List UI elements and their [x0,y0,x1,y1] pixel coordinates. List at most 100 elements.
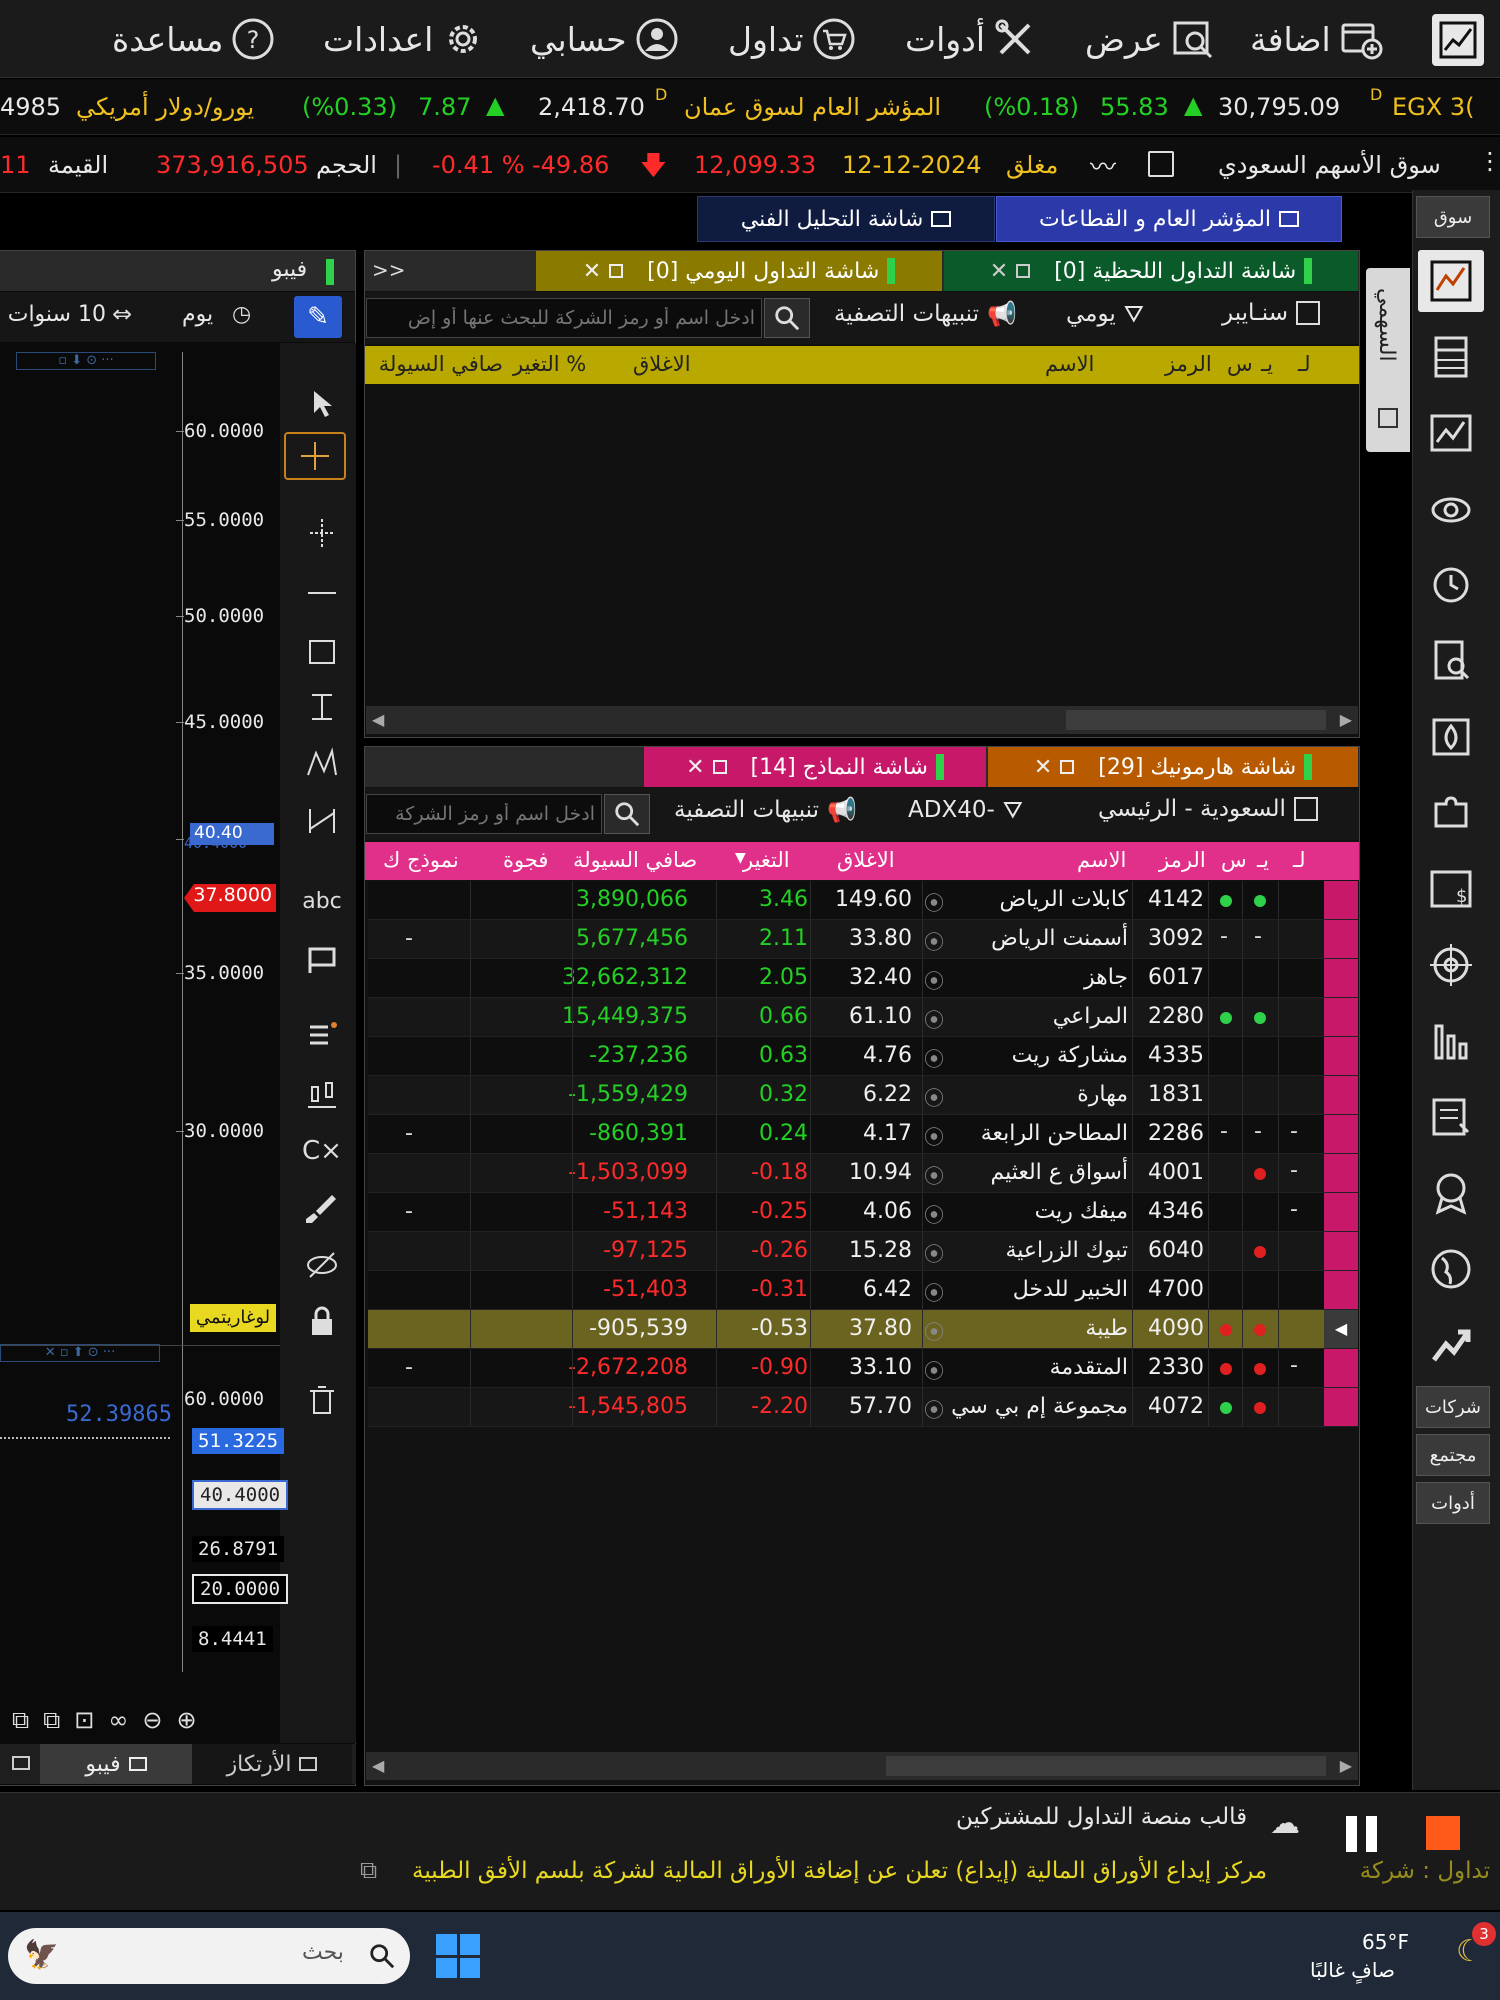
lock-tool[interactable] [284,1296,360,1346]
flag-tool[interactable] [284,934,360,984]
table-row[interactable]: 2280 ⦿ المراعي 61.10 0.66 15,449,375 [368,998,1358,1037]
chart-period[interactable]: يوم [182,302,213,327]
col-name[interactable]: الاسم [1045,352,1094,376]
trendline-tool[interactable] [284,796,360,846]
location-pin-icon[interactable]: ⦿ [924,1277,944,1306]
row-marker[interactable] [1324,1037,1358,1075]
vertical-line-tool[interactable] [284,508,360,558]
row-marker[interactable] [1324,1115,1358,1153]
market-name[interactable]: سوق الأسهم السعودي [1218,151,1441,179]
col-model[interactable]: نموذج ك [383,848,459,872]
table-row[interactable]: - 4346 ⦿ ميفك ريت 4.06 0.25- 51,143- - [368,1193,1358,1232]
col-close[interactable]: الاغلاق [837,848,895,872]
drag-handle-icon[interactable]: ⋮ [1478,147,1500,175]
tab-technical-analysis[interactable]: شاشة التحليل الفني [697,196,995,242]
hide-tool[interactable] [284,1240,360,1290]
menu-help[interactable]: ? مساعدة [112,14,275,64]
scroll-right-arrow[interactable]: ▶ [1340,1756,1352,1775]
daily-filter-button[interactable]: ⛛ يومي [1066,300,1144,328]
pause-button[interactable] [1342,1814,1382,1854]
tab-harmonic[interactable]: شاشة هارمونيك [29] ✕ [988,747,1358,787]
external-link-icon[interactable]: ⧉ [360,1856,377,1884]
table-row[interactable]: 4700 ⦿ الخبير للدخل 6.42 0.31- 51,403- [368,1271,1358,1310]
weather-widget[interactable]: 65°F صافٍ غالبًا ☾ 3 [1310,1922,1500,1990]
location-pin-icon[interactable]: ⦿ [924,1199,944,1228]
row-marker[interactable] [1324,881,1358,919]
target-icon[interactable] [1418,934,1484,996]
row-marker[interactable]: ◀ [1324,1310,1358,1348]
location-pin-icon[interactable]: ⦿ [924,1238,944,1267]
table-row[interactable]: 4142 ⦿ كابلات الرياض 149.60 3.46 3,890,066 [368,881,1358,920]
line-chart-icon[interactable] [1418,402,1484,464]
tab-pivot[interactable]: الأرتكاز [192,1744,352,1784]
row-marker[interactable] [1324,920,1358,958]
table-row[interactable]: 4335 ⦿ مشاركة ريت 4.76 0.63 237,236- [368,1037,1358,1076]
watchlist-side-tab[interactable]: السهمي [1366,268,1410,452]
col-y[interactable]: يـ [1261,352,1273,376]
zoom-out-icon[interactable]: ⊖ [142,1706,162,1734]
col-liquidity[interactable]: صافي السيولة [365,352,503,376]
award-icon[interactable] [1418,1162,1484,1224]
tab-live-trading[interactable]: شاشة التداول اللحظية [0] ✕ [944,251,1358,291]
row-marker[interactable] [1324,998,1358,1036]
menu-settings[interactable]: اعدادات [323,14,485,64]
zoom-in-icon[interactable]: ⊕ [177,1706,197,1734]
lower-search-input[interactable] [366,794,602,834]
chart-image-icon[interactable]: ⧉ [43,1706,60,1734]
col-s[interactable]: س [1227,352,1253,376]
row-marker[interactable] [1324,1076,1358,1114]
news-ticker-text[interactable]: مركز إيداع الأوراق المالية (إيداع) تعلن … [412,1858,1267,1884]
location-pin-icon[interactable]: ⦿ [924,1316,944,1345]
template-text[interactable]: قالب منصة التداول للمشتركين [956,1804,1247,1830]
pane-controls-top[interactable]: ▫ ⬇ ⊙ ··· [16,352,156,370]
menu-trade[interactable]: تداول [728,14,856,64]
lower-h-scrollbar[interactable]: ◀ ▶ [366,1752,1358,1780]
lower-filter-alerts-button[interactable]: 📢 تنبيهات التصفية [674,796,857,824]
ticker-egx-name[interactable]: EGX 3( [1392,93,1474,121]
text-label-tool[interactable]: abc [284,876,360,926]
brush-tool[interactable] [284,1184,360,1234]
ticker-msx-name[interactable]: المؤشر العام لسوق عمان [684,93,941,121]
scanner-button[interactable]: سنـايبر [1222,300,1320,326]
history-icon[interactable] [1418,554,1484,616]
stop-button[interactable] [1426,1816,1460,1850]
calendar-icon[interactable] [1148,151,1174,177]
col-liquidity[interactable]: صافي السيولة [573,848,697,872]
chart-app-icon[interactable] [1432,14,1484,66]
location-pin-icon[interactable]: ⦿ [924,1121,944,1150]
pane-controls-bottom[interactable]: ✕ ▫ ⬆ ⊙ ··· [0,1344,160,1362]
col-change[interactable]: التغير [743,848,790,872]
search-button[interactable] [764,298,810,338]
scroll-thumb[interactable] [1066,710,1326,730]
crosshair-tool[interactable] [284,432,346,480]
upper-h-scrollbar[interactable]: ◀ ▶ [366,706,1358,734]
col-symbol[interactable]: الرمز [1159,848,1206,872]
more-tabs-button[interactable]: >> [372,258,406,282]
maximize-icon[interactable] [609,264,624,278]
sidebar-community-button[interactable]: مجتمع [1416,1434,1490,1476]
trend-up-icon[interactable] [1418,1314,1484,1376]
money-chart-icon[interactable]: $ [1418,858,1484,920]
location-pin-icon[interactable]: ⦿ [924,965,944,994]
close-icon[interactable]: ✕ [990,259,1008,284]
horizontal-line-tool[interactable] [284,568,360,618]
ticker-fx-name[interactable]: يورو/دولار أمريكي [76,93,254,121]
zoom-fit-icon[interactable]: ⊡ [74,1706,94,1734]
puzzle-icon[interactable] [1418,782,1484,844]
document-search-icon[interactable] [1418,630,1484,692]
location-pin-icon[interactable]: ⦿ [924,1004,944,1033]
chart-settings-icon[interactable]: ⧉ [12,1706,29,1734]
table-row[interactable]: - 2330 ⦿ المتقدمة 33.10 0.90- 2,672,208- - [368,1349,1358,1388]
table-row[interactable]: - -3092 ⦿ أسمنت الرياض 33.80 2.11 5,677,456- [368,920,1358,959]
hot-stock-icon[interactable] [1418,706,1484,768]
table-row[interactable]: 4072 ⦿ مجموعة إم بي سي 57.70 2.20- 1,545,805- [368,1388,1358,1427]
cursor-tool[interactable] [284,378,360,428]
table-row[interactable]: 6017 ⦿ جاهز 32.40 2.05 32,662,312 [368,959,1358,998]
chart-title[interactable]: فيبو [272,257,307,282]
scroll-right-arrow[interactable]: ▶ [1340,710,1352,729]
table-row[interactable]: - 4001 ⦿ أسواق ع العثيم 10.94 0.18- 1,503,099- [368,1154,1358,1193]
menu-tools[interactable]: أدوات [905,14,1037,64]
globe-icon[interactable] [1418,1238,1484,1300]
menu-account[interactable]: حسابي [530,14,679,64]
row-marker[interactable] [1324,1271,1358,1309]
